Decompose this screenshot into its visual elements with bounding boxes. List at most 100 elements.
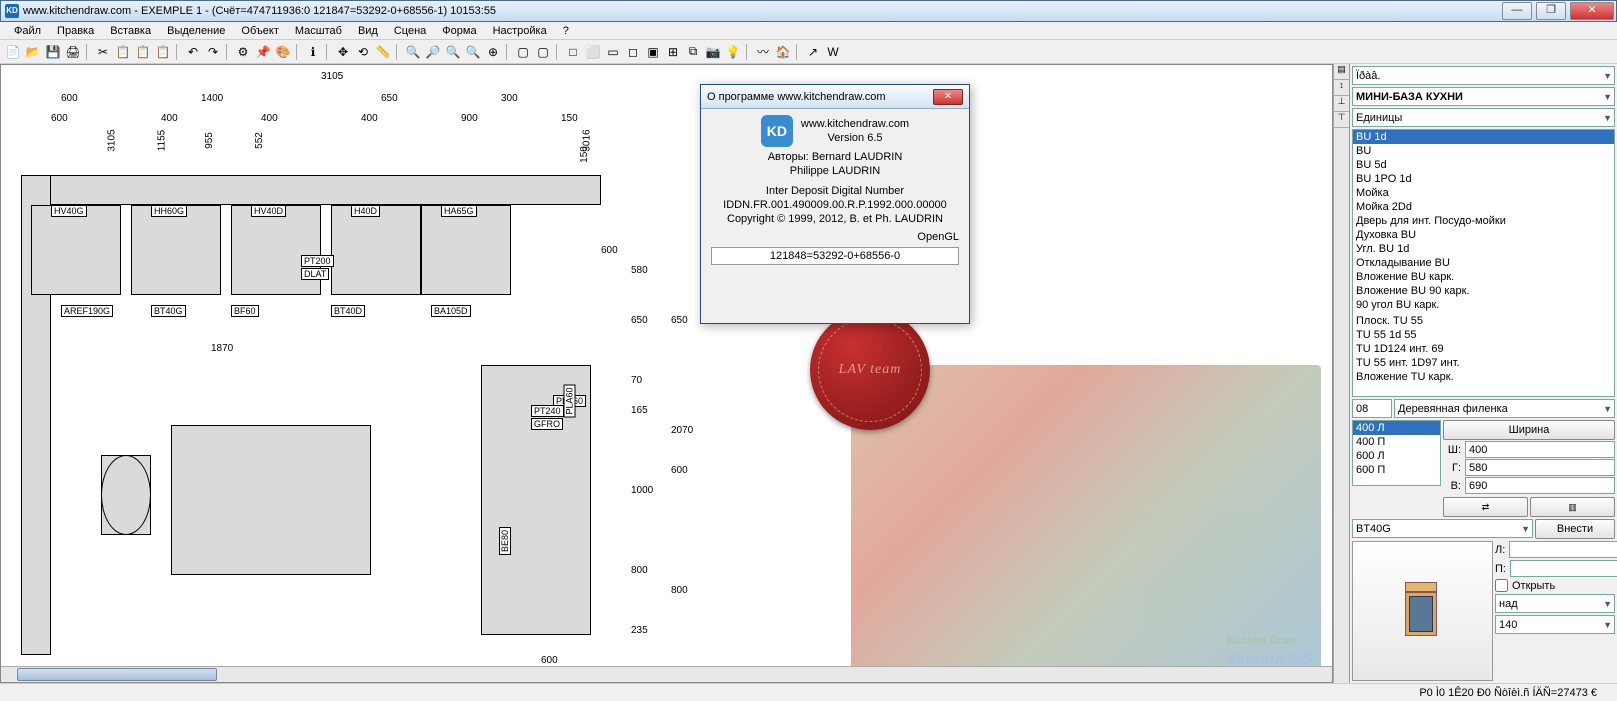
menu-Выделение[interactable]: Выделение: [159, 25, 233, 37]
drawing-canvas[interactable]: 3105600140065030060040040040090015031051…: [0, 64, 1333, 683]
maximize-button[interactable]: ❐: [1536, 2, 1566, 20]
front-code-dropdown[interactable]: 08: [1352, 399, 1392, 418]
menu-Правка[interactable]: Правка: [49, 25, 102, 37]
toolbar-btn-30[interactable]: ▢: [534, 43, 552, 61]
menu-Сцена[interactable]: Сцена: [386, 25, 434, 37]
toolbar-btn-7[interactable]: 📋: [134, 43, 152, 61]
toolbar-btn-3[interactable]: 🖨: [64, 43, 82, 61]
close-button[interactable]: ✕: [1570, 2, 1614, 20]
toolbar-btn-36[interactable]: ▣: [644, 43, 662, 61]
toolbar-btn-14[interactable]: 📌: [254, 43, 272, 61]
toolbar-btn-39[interactable]: 📷: [704, 43, 722, 61]
left-input[interactable]: [1509, 541, 1617, 558]
menu-Вставка[interactable]: Вставка: [102, 25, 159, 37]
front-style-dropdown[interactable]: Деревянная филенка▼: [1394, 399, 1615, 418]
list-item[interactable]: 400 П: [1353, 435, 1440, 449]
toolbar-btn-34[interactable]: ▭: [604, 43, 622, 61]
item-code-dropdown[interactable]: BT40G▼: [1352, 519, 1533, 538]
menu-Объект[interactable]: Объект: [233, 25, 286, 37]
height-input[interactable]: [1465, 477, 1615, 494]
toolbar-btn-35[interactable]: ◻: [624, 43, 642, 61]
flip-button[interactable]: ⇄: [1443, 497, 1528, 517]
list-item[interactable]: Вложение BU карк.: [1353, 270, 1614, 284]
menu-?[interactable]: ?: [555, 25, 577, 37]
list-item[interactable]: BU 5d: [1353, 158, 1614, 172]
toolbar-btn-24[interactable]: 🔎: [424, 43, 442, 61]
toolbar-btn-38[interactable]: ⧉: [684, 43, 702, 61]
items-listbox[interactable]: BU 1dBUBU 5dBU 1PO 1dМойкаМойка 2DdДверь…: [1352, 129, 1615, 397]
width-button[interactable]: Ширина: [1443, 420, 1615, 440]
toolbar-btn-1[interactable]: 📂: [24, 43, 42, 61]
menu-Масштаб[interactable]: Масштаб: [287, 25, 350, 37]
dialog-titlebar[interactable]: О программе www.kitchendraw.com ✕: [701, 85, 969, 109]
minimize-button[interactable]: —: [1502, 2, 1532, 20]
units-dropdown[interactable]: Единицы▼: [1352, 108, 1615, 127]
dialog-close-button[interactable]: ✕: [933, 89, 963, 105]
toolbar-btn-29[interactable]: ▢: [514, 43, 532, 61]
vtool-1[interactable]: ▤: [1334, 64, 1349, 80]
toolbar-btn-11[interactable]: ↷: [204, 43, 222, 61]
toolbar-btn-2[interactable]: 💾: [44, 43, 62, 61]
over-dropdown[interactable]: над▼: [1495, 594, 1615, 613]
toolbar-btn-6[interactable]: 📋: [114, 43, 132, 61]
toolbar-btn-0[interactable]: 📄: [4, 43, 22, 61]
list-item[interactable]: TU 1D124 инт. 69: [1353, 342, 1614, 356]
toolbar-btn-5[interactable]: ✂: [94, 43, 112, 61]
width-input[interactable]: [1465, 441, 1615, 458]
list-item[interactable]: Вложение BU 90 карк.: [1353, 284, 1614, 298]
list-item[interactable]: Угл. BU 1d: [1353, 242, 1614, 256]
list-item[interactable]: 400 Л: [1353, 421, 1440, 435]
toolbar-btn-15[interactable]: 🎨: [274, 43, 292, 61]
open-checkbox[interactable]: [1495, 579, 1508, 592]
vtool-2[interactable]: ↕: [1334, 80, 1349, 96]
toolbar-btn-32[interactable]: □: [564, 43, 582, 61]
toolbar-btn-42[interactable]: 〰: [754, 43, 772, 61]
toolbar-btn-40[interactable]: 💡: [724, 43, 742, 61]
toolbar-btn-27[interactable]: ⊕: [484, 43, 502, 61]
menu-Форма[interactable]: Форма: [434, 25, 484, 37]
vtool-3[interactable]: ⊥: [1334, 96, 1349, 112]
toolbar-btn-17[interactable]: ℹ: [304, 43, 322, 61]
right-input[interactable]: [1510, 560, 1617, 577]
depth-input[interactable]: [1465, 459, 1615, 476]
toolbar-btn-43[interactable]: 🏠: [774, 43, 792, 61]
list-item[interactable]: TU 55 инт. 1D97 инт.: [1353, 356, 1614, 370]
toolbar-btn-46[interactable]: W: [824, 43, 842, 61]
mirror-button[interactable]: ▥: [1530, 497, 1615, 517]
list-item[interactable]: Духовка BU: [1353, 228, 1614, 242]
toolbar-btn-21[interactable]: 📏: [374, 43, 392, 61]
horizontal-scrollbar[interactable]: [1, 666, 1332, 682]
list-item[interactable]: BU 1PO 1d: [1353, 172, 1614, 186]
insert-button[interactable]: Внести: [1535, 519, 1615, 539]
list-item[interactable]: BU 1d: [1353, 130, 1614, 144]
menu-Файл[interactable]: Файл: [6, 25, 49, 37]
list-item[interactable]: Мойка 2Dd: [1353, 200, 1614, 214]
vtool-4[interactable]: ⊤: [1334, 112, 1349, 128]
toolbar-btn-13[interactable]: ⚙: [234, 43, 252, 61]
list-item[interactable]: 600 П: [1353, 463, 1440, 477]
list-item[interactable]: 90 угол BU карк.: [1353, 298, 1614, 312]
toolbar-btn-45[interactable]: ↗: [804, 43, 822, 61]
size-listbox[interactable]: 400 Л400 П600 Л600 П: [1352, 420, 1441, 486]
toolbar-btn-26[interactable]: 🔍: [464, 43, 482, 61]
list-item[interactable]: TU 55 1d 55: [1353, 328, 1614, 342]
toolbar-btn-10[interactable]: ↶: [184, 43, 202, 61]
menu-Настройка[interactable]: Настройка: [485, 25, 555, 37]
toolbar-btn-20[interactable]: ⟲: [354, 43, 372, 61]
list-item[interactable]: Плоск. TU 55: [1353, 314, 1614, 328]
list-item[interactable]: 600 Л: [1353, 449, 1440, 463]
list-item[interactable]: Откладывание BU: [1353, 256, 1614, 270]
database-dropdown[interactable]: МИНИ-БАЗА КУХНИ▼: [1352, 87, 1615, 106]
list-item[interactable]: Мойка: [1353, 186, 1614, 200]
toolbar-btn-8[interactable]: 📋: [154, 43, 172, 61]
toolbar-btn-25[interactable]: 🔍: [444, 43, 462, 61]
menu-Вид[interactable]: Вид: [350, 25, 386, 37]
idaa-dropdown[interactable]: Ïðàâ.▼: [1352, 66, 1615, 85]
list-item[interactable]: BU: [1353, 144, 1614, 158]
list-item[interactable]: Вложение TU карк.: [1353, 370, 1614, 384]
toolbar-btn-33[interactable]: ⬜: [584, 43, 602, 61]
list-item[interactable]: Дверь для инт. Посудо-мойки: [1353, 214, 1614, 228]
last-depth-dropdown[interactable]: 140▼: [1495, 615, 1615, 634]
toolbar-btn-19[interactable]: ✥: [334, 43, 352, 61]
toolbar-btn-37[interactable]: ⊞: [664, 43, 682, 61]
